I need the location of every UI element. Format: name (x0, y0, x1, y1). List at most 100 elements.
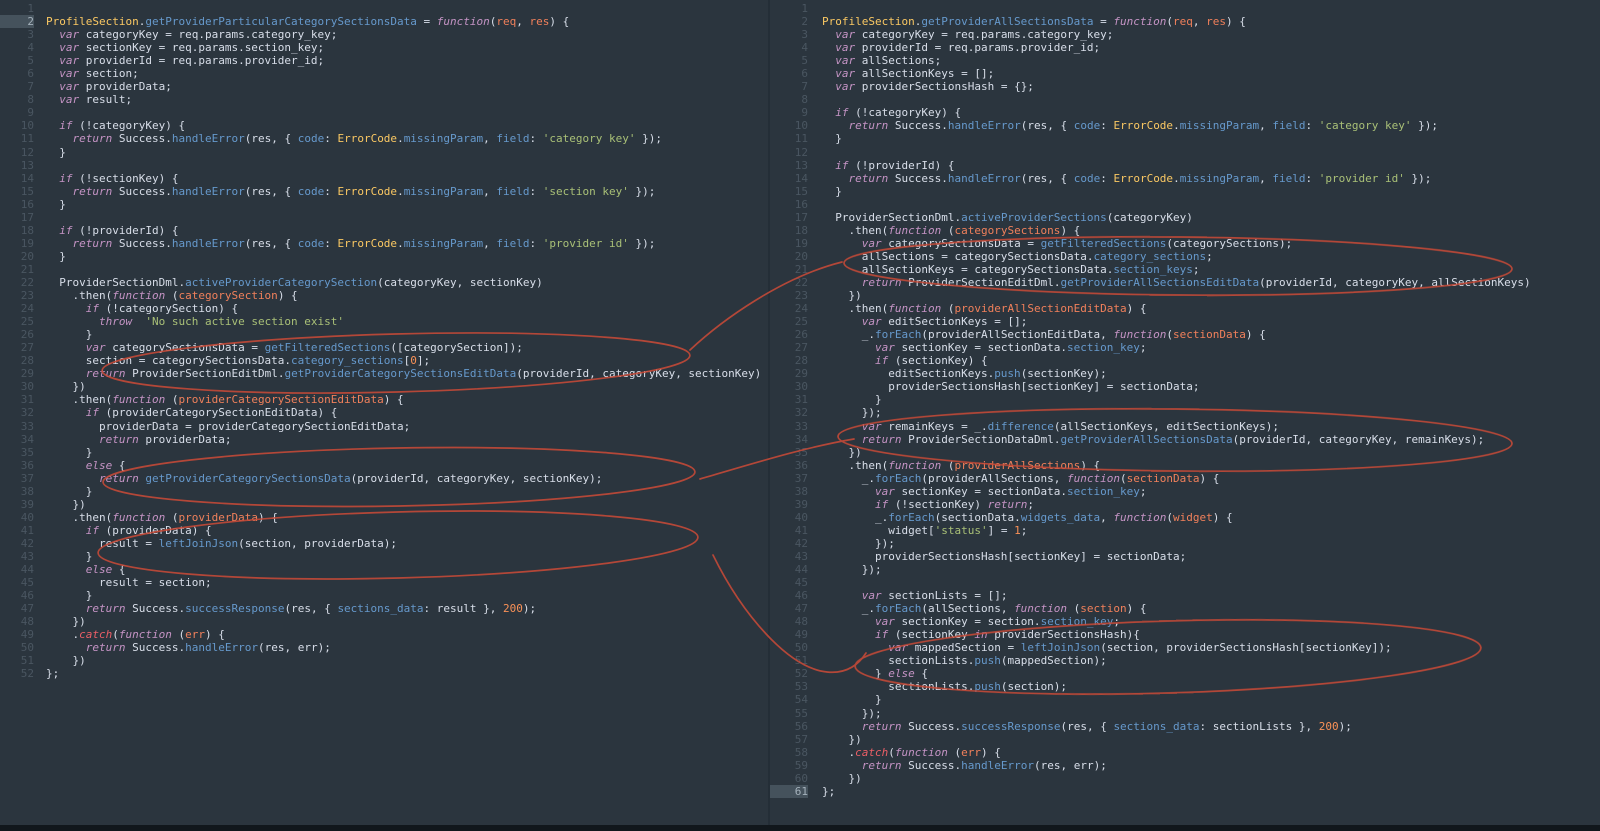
code-text[interactable]: }) (822, 772, 1600, 785)
code-text[interactable] (822, 146, 1600, 159)
code-line[interactable]: 15 return Success.handleError(res, { cod… (0, 185, 768, 198)
code-line[interactable]: 54 } (770, 693, 1600, 706)
code-line[interactable]: 30 providerSectionsHash[sectionKey] = se… (770, 380, 1600, 393)
code-text[interactable]: } (46, 250, 768, 263)
code-line[interactable]: 21 (0, 263, 768, 276)
code-text[interactable]: var section; (46, 67, 768, 80)
code-text[interactable]: return Success.handleError(res, { code: … (46, 237, 768, 250)
code-text[interactable]: }); (822, 537, 1600, 550)
code-text[interactable]: return Success.handleError(res, err); (46, 641, 768, 654)
code-line[interactable]: 17 ProviderSectionDml.activeProviderSect… (770, 211, 1600, 224)
code-text[interactable]: return getProviderCategorySectionsData(p… (46, 472, 768, 485)
code-text[interactable]: } (822, 185, 1600, 198)
code-text[interactable]: } (46, 328, 768, 341)
code-text[interactable]: if (providerCategorySectionEditData) { (46, 406, 768, 419)
code-line[interactable]: 36 .then(function (providerAllSections) … (770, 459, 1600, 472)
code-line[interactable]: 18 .then(function (categorySections) { (770, 224, 1600, 237)
code-text[interactable]: var allSections; (822, 54, 1600, 67)
code-text[interactable]: ProfileSection.getProviderParticularCate… (46, 15, 768, 28)
code-text[interactable]: .then(function (providerAllSectionEditDa… (822, 302, 1600, 315)
code-line[interactable]: 10 return Success.handleError(res, { cod… (770, 119, 1600, 132)
code-text[interactable]: section = categorySectionsData.category_… (46, 354, 768, 367)
code-text[interactable]: .then(function (providerData) { (46, 511, 768, 524)
code-text[interactable]: var remainKeys = _.difference(allSection… (822, 420, 1600, 433)
code-line[interactable]: 40 _.forEach(sectionData.widgets_data, f… (770, 511, 1600, 524)
code-text[interactable]: if (!categoryKey) { (46, 119, 768, 132)
code-line[interactable]: 52 } else { (770, 667, 1600, 680)
code-line[interactable]: 32 }); (770, 406, 1600, 419)
code-text[interactable]: var categorySectionsData = getFilteredSe… (46, 341, 768, 354)
code-panel-left[interactable]: 1 2 ProfileSection.getProviderParticularCa… (0, 0, 768, 825)
code-line[interactable]: 17 (0, 211, 768, 224)
code-line[interactable]: 52}; (0, 667, 768, 680)
code-line[interactable]: 45 (770, 576, 1600, 589)
code-line[interactable]: 25 var editSectionKeys = []; (770, 315, 1600, 328)
code-text[interactable]: sectionLists.push(mappedSection); (822, 654, 1600, 667)
code-text[interactable] (46, 2, 768, 15)
code-line[interactable]: 25 throw 'No such active section exist' (0, 315, 768, 328)
code-text[interactable]: }); (822, 563, 1600, 576)
code-text[interactable]: return Success.successResponse(res, { se… (822, 720, 1600, 733)
code-text[interactable]: allSections = categorySectionsData.categ… (822, 250, 1600, 263)
code-line[interactable]: 27 var categorySectionsData = getFiltere… (0, 341, 768, 354)
code-line[interactable]: 50 var mappedSection = leftJoinJson(sect… (770, 641, 1600, 654)
code-text[interactable]: var providerId = req.params.provider_id; (46, 54, 768, 67)
code-line[interactable]: 10 if (!categoryKey) { (0, 119, 768, 132)
code-line[interactable]: 26 } (0, 328, 768, 341)
code-text[interactable]: .then(function (categorySections) { (822, 224, 1600, 237)
code-text[interactable]: var categoryKey = req.params.category_ke… (822, 28, 1600, 41)
code-text[interactable]: var providerSectionsHash = {}; (822, 80, 1600, 93)
code-line[interactable]: 4 var sectionKey = req.params.section_ke… (0, 41, 768, 54)
code-text[interactable] (822, 198, 1600, 211)
code-text[interactable] (822, 576, 1600, 589)
code-line[interactable]: 2 ProfileSection.getProviderAllSectionsDa… (770, 15, 1600, 28)
code-text[interactable]: var categoryKey = req.params.category_ke… (46, 28, 768, 41)
code-line[interactable]: 33 var remainKeys = _.difference(allSect… (770, 420, 1600, 433)
code-line[interactable]: 34 return providerData; (0, 433, 768, 446)
code-line[interactable]: 21 allSectionKeys = categorySectionsData… (770, 263, 1600, 276)
code-text[interactable]: } else { (822, 667, 1600, 680)
code-text[interactable]: } (822, 693, 1600, 706)
code-text[interactable]: if (!providerId) { (822, 159, 1600, 172)
code-text[interactable]: return Success.handleError(res, err); (822, 759, 1600, 772)
code-area-left[interactable]: 1 2 ProfileSection.getProviderParticularCa… (0, 0, 768, 680)
code-line[interactable]: 36 else { (0, 459, 768, 472)
code-line[interactable]: 41 widget['status'] = 1; (770, 524, 1600, 537)
code-line[interactable]: 22 return ProviderSectionEditDml.getProv… (770, 276, 1600, 289)
code-line[interactable]: 13 (0, 159, 768, 172)
code-line[interactable]: 27 var sectionKey = sectionData.section_… (770, 341, 1600, 354)
code-text[interactable]: else { (46, 459, 768, 472)
code-line[interactable]: 1 (770, 2, 1600, 15)
code-line[interactable]: 60 }) (770, 772, 1600, 785)
code-line[interactable]: 20 } (0, 250, 768, 263)
code-line[interactable]: 28 if (sectionKey) { (770, 354, 1600, 367)
code-text[interactable]: providerSectionsHash[sectionKey] = secti… (822, 380, 1600, 393)
code-text[interactable]: var providerData; (46, 80, 768, 93)
code-line[interactable]: 3 var categoryKey = req.params.category_… (0, 28, 768, 41)
code-text[interactable]: var mappedSection = leftJoinJson(section… (822, 641, 1600, 654)
code-text[interactable]: var sectionLists = []; (822, 589, 1600, 602)
code-text[interactable] (46, 263, 768, 276)
code-text[interactable] (46, 106, 768, 119)
code-text[interactable]: return Success.handleError(res, { code: … (46, 132, 768, 145)
code-line[interactable]: 51 sectionLists.push(mappedSection); (770, 654, 1600, 667)
code-line[interactable]: 45 result = section; (0, 576, 768, 589)
code-line[interactable]: 5 var providerId = req.params.provider_i… (0, 54, 768, 67)
code-line[interactable]: 14 return Success.handleError(res, { cod… (770, 172, 1600, 185)
code-text[interactable]: result = leftJoinJson(section, providerD… (46, 537, 768, 550)
code-text[interactable]: if (!sectionKey) { (46, 172, 768, 185)
code-line[interactable]: 39 if (!sectionKey) return; (770, 498, 1600, 511)
code-line[interactable]: 20 allSections = categorySectionsData.ca… (770, 250, 1600, 263)
code-line[interactable]: 11 } (770, 132, 1600, 145)
code-line[interactable]: 41 if (providerData) { (0, 524, 768, 537)
code-text[interactable]: if (sectionKey in providerSectionsHash){ (822, 628, 1600, 641)
code-line[interactable]: 40 .then(function (providerData) { (0, 511, 768, 524)
code-line[interactable]: 51 }) (0, 654, 768, 667)
code-line[interactable]: 38 } (0, 485, 768, 498)
code-text[interactable]: _.forEach(sectionData.widgets_data, func… (822, 511, 1600, 524)
code-text[interactable]: .catch(function (err) { (822, 746, 1600, 759)
code-line[interactable]: 24 if (!categorySection) { (0, 302, 768, 315)
code-text[interactable]: ProviderSectionDml.activeProviderCategor… (46, 276, 768, 289)
code-line[interactable]: 9 if (!categoryKey) { (770, 106, 1600, 119)
code-line[interactable]: 7 var providerData; (0, 80, 768, 93)
